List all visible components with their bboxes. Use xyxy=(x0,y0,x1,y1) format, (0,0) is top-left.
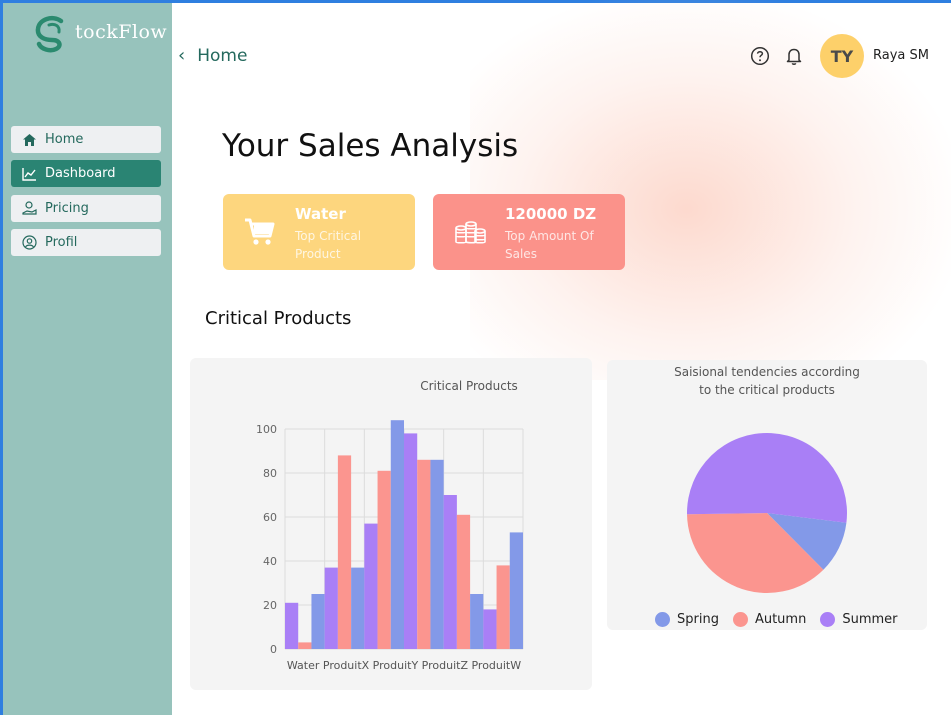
bar-spring xyxy=(311,594,325,649)
avatar[interactable]: TY xyxy=(820,34,864,78)
logo-text: tockFlow xyxy=(75,21,168,43)
bar-summer xyxy=(285,602,299,649)
sidebar-item-profil[interactable]: Profil xyxy=(11,229,161,256)
pie-chart-panel: Saisional tendencies according to the cr… xyxy=(607,360,927,630)
y-tick-label: 20 xyxy=(263,599,277,612)
legend-item-autumn[interactable]: Autumn xyxy=(732,612,807,627)
bar-chart: Critical Products 0 20 40 60 80 100 Water Produ… xyxy=(256,379,524,672)
legend-swatch xyxy=(732,612,748,627)
stat-label: Top Amount Of Sales xyxy=(505,229,594,261)
user-circle-icon xyxy=(21,235,37,251)
sidebar-item-label: Home xyxy=(45,132,84,147)
bar-summer xyxy=(483,609,497,649)
money-hand-icon xyxy=(21,201,37,217)
stat-card-top-amount: 120000 DZ Top Amount Of Sales xyxy=(433,194,625,270)
app-logo[interactable]: tockFlow xyxy=(31,13,171,57)
legend-label: Summer xyxy=(842,612,898,627)
y-tick-label: 0 xyxy=(270,643,277,656)
bar-autumn xyxy=(337,455,352,649)
y-tick-label: 60 xyxy=(263,511,277,524)
bar-autumn xyxy=(417,459,431,649)
sidebar-item-pricing[interactable]: Pricing xyxy=(11,195,161,222)
sidebar-item-home[interactable]: Home xyxy=(11,126,161,153)
section-title: Critical Products xyxy=(205,308,352,329)
chart-line-icon xyxy=(21,166,37,182)
bar-chart-title: Critical Products xyxy=(420,379,518,393)
x-tick-labels: Water ProduitX ProduitY ProduitZ Produit… xyxy=(287,659,521,672)
legend-swatch xyxy=(655,612,670,627)
bar-summer xyxy=(443,495,457,649)
coins-icon xyxy=(453,214,487,248)
y-tick-label: 40 xyxy=(263,555,277,568)
legend-item-spring[interactable]: Spring xyxy=(655,612,719,627)
cart-icon xyxy=(243,214,277,248)
legend-swatch xyxy=(820,612,836,627)
legend-label: Autumn xyxy=(754,612,807,627)
bar-spring xyxy=(351,567,365,649)
sidebar-item-label: Dashboard xyxy=(45,166,116,181)
logo-icon xyxy=(35,16,64,53)
bar-spring xyxy=(509,532,523,649)
legend-label: Spring xyxy=(677,612,719,627)
stat-value: 120000 DZ xyxy=(505,205,597,223)
bar-autumn xyxy=(377,470,391,649)
user-name[interactable]: Raya SM xyxy=(873,48,929,63)
bell-icon[interactable] xyxy=(784,46,804,66)
help-icon[interactable] xyxy=(750,46,770,66)
stat-value: Water xyxy=(295,205,346,223)
bar-spring xyxy=(390,420,404,649)
pie-slice-summer xyxy=(687,432,847,523)
breadcrumb-label: Home xyxy=(197,45,248,66)
pie-chart xyxy=(687,432,847,593)
breadcrumb[interactable]: ‹ Home xyxy=(178,45,247,66)
sidebar: tockFlow Home Dashboard Pricing Profil xyxy=(3,3,172,715)
sidebar-item-label: Profil xyxy=(45,235,78,250)
sidebar-item-label: Pricing xyxy=(45,201,89,216)
bar-spring xyxy=(430,459,444,649)
y-tick-label: 80 xyxy=(263,467,277,480)
pie-legend: Spring Autumn Summer xyxy=(655,612,912,627)
page-title: Your Sales Analysis xyxy=(222,128,519,164)
y-tick-label: 100 xyxy=(256,423,277,436)
bar-spring xyxy=(470,594,484,649)
home-icon xyxy=(21,132,37,148)
bar-summer xyxy=(364,523,378,649)
bar-chart-panel: Critical Products 0 20 40 60 80 100 Water Produ… xyxy=(190,358,592,690)
stat-card-top-product: Water Top Critical Product xyxy=(223,194,415,270)
bar-autumn xyxy=(496,565,510,649)
bar-summer xyxy=(404,433,418,649)
bar-summer xyxy=(324,567,338,649)
legend-item-summer[interactable]: Summer xyxy=(820,612,898,627)
stat-label: Top Critical Product xyxy=(295,229,362,261)
bar-autumn xyxy=(456,514,471,649)
sidebar-item-dashboard[interactable]: Dashboard xyxy=(11,160,161,187)
bar-autumn xyxy=(298,642,312,649)
chevron-left-icon: ‹ xyxy=(178,45,186,66)
